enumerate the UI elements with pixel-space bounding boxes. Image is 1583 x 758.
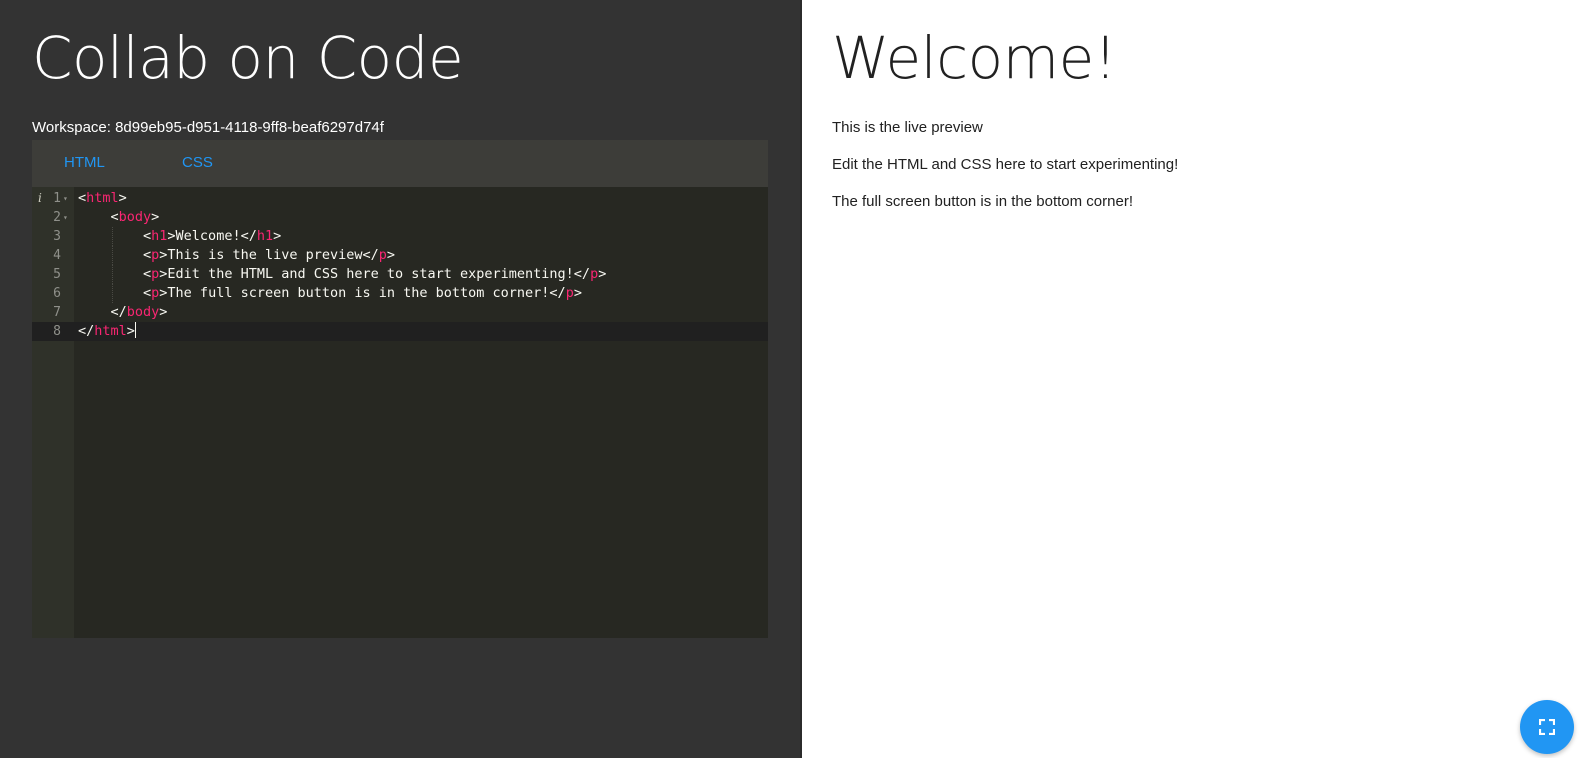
editor-panel: Collab on Code Workspace: 8d99eb95-d951-… bbox=[0, 0, 800, 758]
line-code: <body> bbox=[78, 209, 160, 225]
text-cursor bbox=[134, 322, 136, 338]
line-number: 2 bbox=[53, 210, 61, 225]
line-number: 1 bbox=[53, 191, 61, 206]
code-line: i 1 ▾ <html> bbox=[32, 189, 768, 208]
preview-paragraph: Edit the HTML and CSS here to start expe… bbox=[832, 156, 1179, 173]
tab-html[interactable]: HTML bbox=[64, 140, 105, 187]
fullscreen-icon bbox=[1539, 719, 1555, 735]
line-code: <p>Edit the HTML and CSS here to start e… bbox=[78, 266, 607, 282]
line-code: <html> bbox=[78, 190, 127, 206]
code-line: 2 ▾ <body> bbox=[32, 208, 768, 227]
preview-heading: Welcome! bbox=[832, 24, 1117, 92]
app-title: Collab on Code bbox=[32, 24, 464, 92]
code-editor: HTML CSS i 1 ▾ <html> 2 ▾ <body> 3 <h1>W… bbox=[32, 140, 768, 638]
line-code: <p>The full screen button is in the bott… bbox=[78, 285, 582, 301]
fullscreen-button[interactable] bbox=[1520, 700, 1574, 754]
tab-bar: HTML CSS bbox=[32, 140, 768, 187]
code-line: 3 <h1>Welcome!</h1> bbox=[32, 227, 768, 246]
preview-paragraph: This is the live preview bbox=[832, 119, 983, 136]
line-number: 8 bbox=[53, 324, 61, 339]
line-code: </body> bbox=[78, 304, 168, 320]
preview-paragraph: The full screen button is in the bottom … bbox=[832, 193, 1133, 210]
code-line: 4 <p>This is the live preview</p> bbox=[32, 246, 768, 265]
fold-arrow-icon[interactable]: ▾ bbox=[63, 208, 68, 227]
line-number: 4 bbox=[53, 248, 61, 263]
line-number: 3 bbox=[53, 229, 61, 244]
code-line: 6 <p>The full screen button is in the bo… bbox=[32, 284, 768, 303]
line-number: 7 bbox=[53, 305, 61, 320]
line-number: 5 bbox=[53, 267, 61, 282]
tab-css[interactable]: CSS bbox=[182, 140, 213, 187]
line-code: <p>This is the live preview</p> bbox=[78, 247, 396, 263]
line-code: </html> bbox=[78, 322, 136, 339]
workspace-id: Workspace: 8d99eb95-d951-4118-9ff8-beaf6… bbox=[32, 119, 384, 136]
code-line: 7 </body> bbox=[32, 303, 768, 322]
fold-arrow-icon[interactable]: ▾ bbox=[63, 189, 68, 208]
live-preview: Welcome! This is the live preview Edit t… bbox=[802, 0, 1583, 758]
line-number: 6 bbox=[53, 286, 61, 301]
code-line: 5 <p>Edit the HTML and CSS here to start… bbox=[32, 265, 768, 284]
code-line-active: 8 </html> bbox=[32, 322, 768, 341]
line-code: <h1>Welcome!</h1> bbox=[78, 228, 282, 244]
